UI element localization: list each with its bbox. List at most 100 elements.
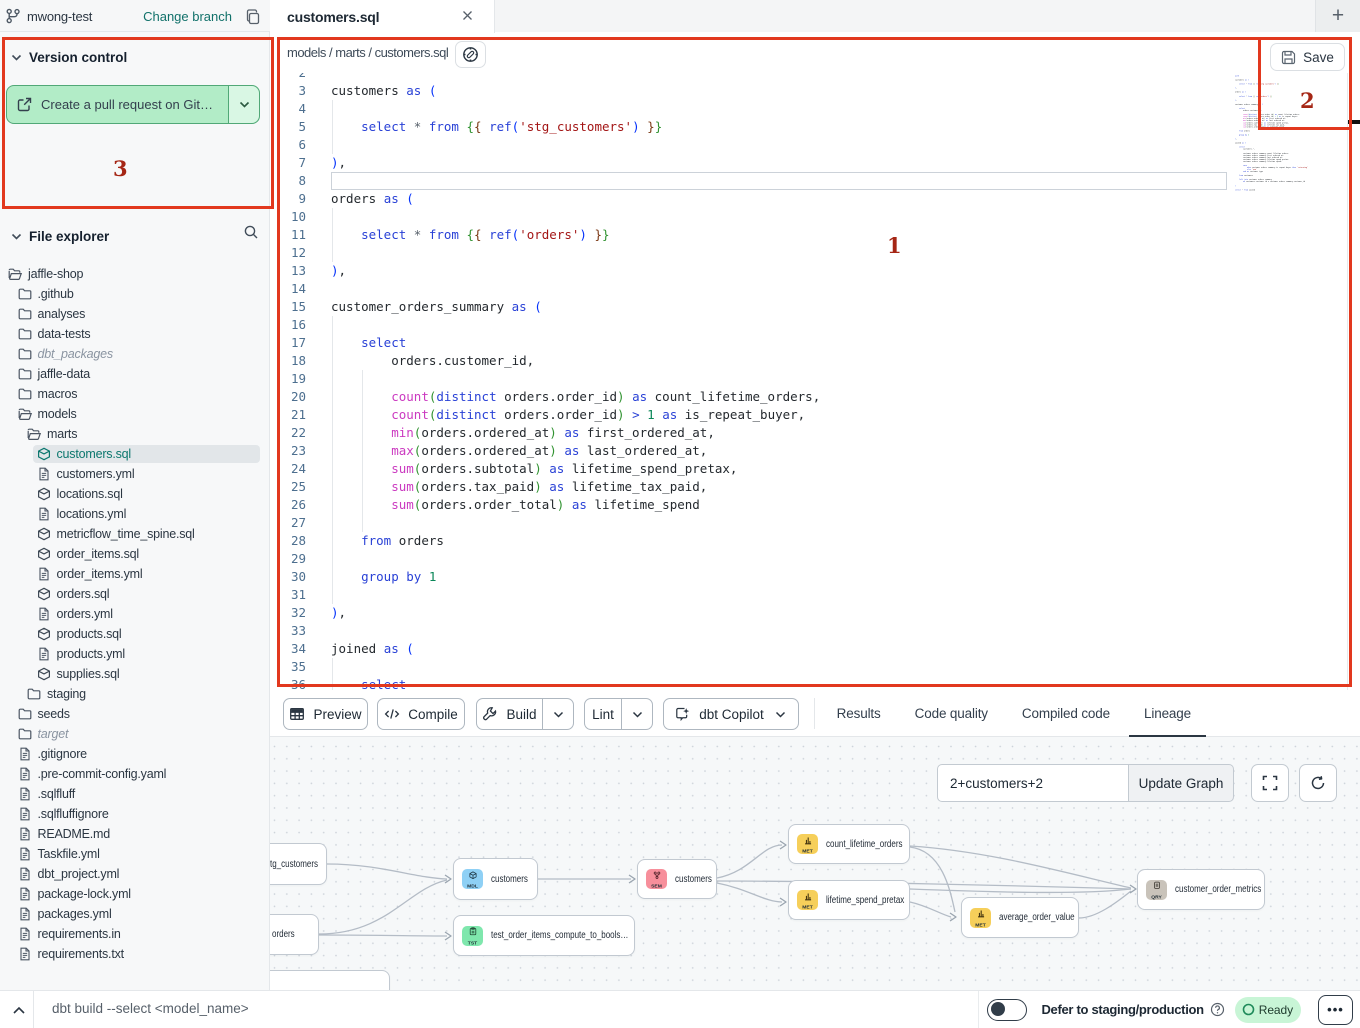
- code-line[interactable]: 15customer_orders_summary as (: [270, 298, 1233, 316]
- file-tree-item-package-lock-yml[interactable]: package-lock.yml: [0, 884, 269, 904]
- code-line[interactable]: 4: [270, 100, 1233, 118]
- code-line[interactable]: 17 select: [270, 334, 1233, 352]
- code-line[interactable]: 27: [270, 514, 1233, 532]
- file-tree-item-packages-yml[interactable]: packages.yml: [0, 904, 269, 924]
- file-tree-item-order-items-yml[interactable]: order_items.yml: [0, 564, 269, 584]
- file-tree-item-requirements-txt[interactable]: requirements.txt: [0, 944, 269, 964]
- code-line[interactable]: 25 sum(orders.tax_paid) as lifetime_tax_…: [270, 478, 1233, 496]
- file-tree-item-customers-sql[interactable]: customers.sql: [0, 444, 269, 464]
- file-tree-item--pre-commit-config-yaml[interactable]: .pre-commit-config.yaml: [0, 764, 269, 784]
- file-tree-item-target[interactable]: target: [0, 724, 269, 744]
- lineage-node-lifetime-spend-pretax[interactable]: METlifetime_spend_pretax: [788, 880, 910, 920]
- change-branch-link[interactable]: Change branch: [143, 9, 232, 24]
- code-line[interactable]: 9orders as (: [270, 190, 1233, 208]
- file-tree-item-supplies-sql[interactable]: supplies.sql: [0, 664, 269, 684]
- file-tree-item-macros[interactable]: macros: [0, 384, 269, 404]
- lint-button[interactable]: Lint: [584, 698, 653, 730]
- code-line[interactable]: 20 count(distinct orders.order_id) as co…: [270, 388, 1233, 406]
- file-tree-item-orders-yml[interactable]: orders.yml: [0, 604, 269, 624]
- file-tree-item-products-yml[interactable]: products.yml: [0, 644, 269, 664]
- file-tree-item-products-sql[interactable]: products.sql: [0, 624, 269, 644]
- lineage-node-stg-customers[interactable]: MDLstg_customers: [270, 843, 327, 885]
- compile-button[interactable]: Compile: [377, 698, 465, 730]
- code-line[interactable]: 26 sum(orders.order_total) as lifetime_s…: [270, 496, 1233, 514]
- build-button[interactable]: Build: [476, 698, 574, 730]
- search-icon[interactable]: [243, 224, 259, 240]
- code-line[interactable]: 6: [270, 136, 1233, 154]
- code-line[interactable]: 3customers as (: [270, 82, 1233, 100]
- file-tree-item-analyses[interactable]: analyses: [0, 304, 269, 324]
- lineage-filter-input[interactable]: [937, 764, 1129, 802]
- file-tree-item--github[interactable]: .github: [0, 284, 269, 304]
- collapse-panel-icon[interactable]: [8, 999, 30, 1021]
- more-options-button[interactable]: •••: [1318, 995, 1353, 1025]
- code-line[interactable]: 35: [270, 658, 1233, 676]
- lineage-node-clipped[interactable]: [270, 970, 390, 990]
- code-line[interactable]: 12: [270, 244, 1233, 262]
- file-tree-item-jaffle-shop[interactable]: jaffle-shop: [0, 264, 269, 284]
- code-line[interactable]: 16: [270, 316, 1233, 334]
- tab-compiled-code[interactable]: Compiled code: [1005, 690, 1127, 737]
- defer-toggle[interactable]: [987, 999, 1027, 1021]
- copilot-button[interactable]: [455, 41, 486, 68]
- code-line[interactable]: 22 min(orders.ordered_at) as first_order…: [270, 424, 1233, 442]
- code-line[interactable]: 14: [270, 280, 1233, 298]
- update-graph-button[interactable]: Update Graph: [1129, 764, 1234, 802]
- lineage-node-customer-order-metrics[interactable]: QRYcustomer_order_metrics: [1137, 869, 1265, 910]
- file-explorer-header[interactable]: File explorer: [0, 221, 269, 251]
- file-tree-item-models[interactable]: models: [0, 404, 269, 424]
- file-tree-item-locations-sql[interactable]: locations.sql: [0, 484, 269, 504]
- code-line[interactable]: 11 select * from {{ ref('orders') }}: [270, 226, 1233, 244]
- file-tree-item-order-items-sql[interactable]: order_items.sql: [0, 544, 269, 564]
- lineage-node-test-order-items-compute-to-bools-[interactable]: TSTtest_order_items_compute_to_bools…: [453, 915, 635, 956]
- code-line[interactable]: 32),: [270, 604, 1233, 622]
- file-tree-item-requirements-in[interactable]: requirements.in: [0, 924, 269, 944]
- file-tree-item--sqlfluff[interactable]: .sqlfluff: [0, 784, 269, 804]
- code-line[interactable]: 29: [270, 550, 1233, 568]
- code-line[interactable]: 23 max(orders.ordered_at) as last_ordere…: [270, 442, 1233, 460]
- lineage-node-customers[interactable]: SEMcustomers: [637, 859, 717, 899]
- tab-code-quality[interactable]: Code quality: [898, 690, 1005, 737]
- file-tree-item-orders-sql[interactable]: orders.sql: [0, 584, 269, 604]
- save-button[interactable]: Save: [1270, 43, 1345, 71]
- tab-lineage[interactable]: Lineage: [1127, 690, 1208, 737]
- file-tree-item-dbt-packages[interactable]: dbt_packages: [0, 344, 269, 364]
- code-line[interactable]: 13),: [270, 262, 1233, 280]
- file-tree-item--sqlfluffignore[interactable]: .sqlfluffignore: [0, 804, 269, 824]
- code-line[interactable]: 31: [270, 586, 1233, 604]
- lineage-node-count-lifetime-orders[interactable]: METcount_lifetime_orders: [788, 824, 910, 864]
- tab-customers-sql[interactable]: customers.sql: [270, 0, 495, 33]
- code-line[interactable]: 10: [270, 208, 1233, 226]
- file-tree-item-metricflow-time-spine-sql[interactable]: metricflow_time_spine.sql: [0, 524, 269, 544]
- lineage-node-average-order-value[interactable]: METaverage_order_value: [961, 897, 1079, 938]
- file-tree-item-marts[interactable]: marts: [0, 424, 269, 444]
- file-tree-item-staging[interactable]: staging: [0, 684, 269, 704]
- file-tree-item-data-tests[interactable]: data-tests: [0, 324, 269, 344]
- code-line[interactable]: 5 select * from {{ ref('stg_customers') …: [270, 118, 1233, 136]
- file-tree-item-readme-md[interactable]: README.md: [0, 824, 269, 844]
- lineage-node-customers[interactable]: MDLcustomers: [453, 858, 538, 900]
- copy-branch-icon[interactable]: [244, 8, 261, 25]
- code-line[interactable]: 33: [270, 622, 1233, 640]
- file-tree-item-customers-yml[interactable]: customers.yml: [0, 464, 269, 484]
- file-tree-item-taskfile-yml[interactable]: Taskfile.yml: [0, 844, 269, 864]
- file-tree-item-jaffle-data[interactable]: jaffle-data: [0, 364, 269, 384]
- dbt-copilot-button[interactable]: dbt Copilot: [663, 698, 799, 730]
- code-line[interactable]: 2: [270, 73, 1233, 82]
- code-line[interactable]: 19: [270, 370, 1233, 388]
- code-line[interactable]: 30 group by 1: [270, 568, 1233, 586]
- code-line[interactable]: 21 count(distinct orders.order_id) > 1 a…: [270, 406, 1233, 424]
- dropdown-caret[interactable]: [543, 699, 573, 729]
- pull-request-dropdown[interactable]: [228, 86, 259, 123]
- code-line[interactable]: 36 select: [270, 676, 1233, 690]
- preview-button[interactable]: Preview: [283, 698, 368, 730]
- create-pull-request-button[interactable]: Create a pull request on Git…: [6, 85, 260, 124]
- command-hint[interactable]: dbt build --select <model_name>: [52, 1001, 249, 1016]
- tab-results[interactable]: Results: [820, 690, 898, 737]
- dropdown-caret[interactable]: [622, 699, 652, 729]
- code-editor[interactable]: 23customers as (45 select * from {{ ref(…: [270, 73, 1360, 690]
- code-line[interactable]: 18 orders.customer_id,: [270, 352, 1233, 370]
- refresh-button[interactable]: [1299, 764, 1337, 802]
- fullscreen-button[interactable]: [1251, 764, 1289, 802]
- create-pull-request-main[interactable]: Create a pull request on Git…: [7, 86, 228, 123]
